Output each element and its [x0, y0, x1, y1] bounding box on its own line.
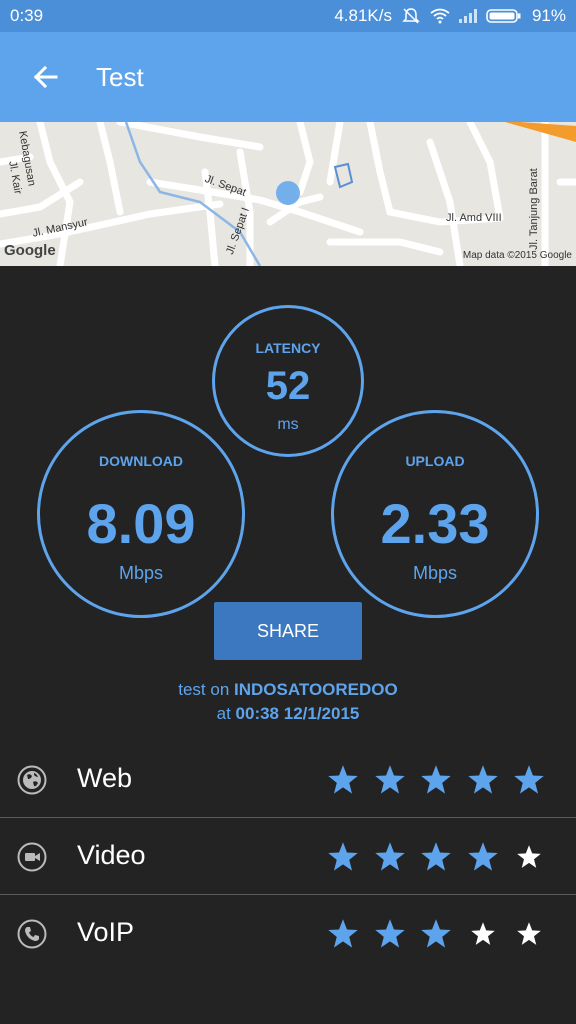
- star-empty-icon: [517, 922, 541, 945]
- star-empty-icon: [517, 845, 541, 868]
- download-gauge: DOWNLOAD 8.09 Mbps: [37, 410, 245, 618]
- arrow-back-icon[interactable]: [28, 59, 64, 95]
- location-map[interactable]: Kebagusan Jl. Kair Jl. Mansyur Jl. Sepat…: [0, 122, 576, 266]
- rating-row-voip: VoIP: [0, 897, 576, 973]
- star-filled-icon: [328, 919, 358, 948]
- star-filled-icon: [421, 842, 451, 871]
- test-datetime: 00:38 12/1/2015: [235, 704, 360, 723]
- upload-value: 2.33: [380, 492, 490, 555]
- rating-row-video: Video: [0, 820, 576, 896]
- operator-name: INDOSATOOREDOO: [234, 680, 398, 699]
- upload-unit: Mbps: [412, 563, 457, 583]
- star-filled-icon: [421, 919, 451, 948]
- star-filled-icon: [374, 919, 405, 948]
- download-label: DOWNLOAD: [99, 453, 183, 469]
- battery-percent: 91%: [531, 6, 566, 25]
- star-filled-icon: [374, 765, 405, 794]
- share-button[interactable]: SHARE: [214, 602, 362, 660]
- latency-gauge: LATENCY 52 ms: [212, 305, 364, 457]
- status-time: 0:39: [10, 6, 44, 25]
- test-operator-line: test on INDOSATOOREDOO: [0, 680, 576, 700]
- star-filled-icon: [467, 842, 498, 871]
- latency-label: LATENCY: [255, 340, 321, 356]
- battery-icon: [486, 8, 522, 24]
- globe-icon: [17, 765, 47, 795]
- rating-label: VoIP: [77, 917, 135, 947]
- rating-row-web: Web: [0, 743, 576, 819]
- test-on-label: test on: [178, 680, 230, 699]
- row-divider: [0, 894, 576, 895]
- star-filled-icon: [421, 765, 451, 794]
- phone-icon: [17, 919, 47, 949]
- app-bar: Test: [0, 32, 576, 122]
- star-filled-icon: [328, 765, 358, 794]
- latency-value: 52: [265, 364, 311, 408]
- network-speed: 4.81K/s: [334, 6, 392, 25]
- upload-label: UPLOAD: [405, 453, 465, 469]
- row-divider: [0, 817, 576, 818]
- page-title: Test: [96, 62, 144, 92]
- bell-off-icon: [402, 8, 420, 24]
- upload-gauge: UPLOAD 2.33 Mbps: [331, 410, 539, 618]
- video-camera-icon: [17, 842, 47, 872]
- test-time-line: at 00:38 12/1/2015: [0, 704, 576, 724]
- rating-label: Web: [77, 763, 133, 793]
- signal-icon: [458, 8, 477, 24]
- star-filled-icon: [374, 842, 405, 871]
- google-logo: Google: [4, 242, 56, 259]
- map-label: Jl. Tanjung Barat: [528, 168, 540, 250]
- status-bar: 0:39 4.81K/s 91%: [0, 0, 576, 32]
- star-filled-icon: [514, 765, 544, 794]
- download-unit: Mbps: [118, 563, 163, 583]
- download-value: 8.09: [86, 492, 196, 555]
- map-location-marker: [276, 181, 300, 205]
- rating-label: Video: [77, 840, 146, 870]
- test-at-label: at: [216, 704, 231, 723]
- map-attribution: Map data ©2015 Google: [462, 250, 572, 261]
- star-filled-icon: [467, 765, 498, 794]
- map-label: Jl. Amd VIII: [446, 212, 502, 224]
- latency-unit: ms: [277, 416, 299, 433]
- status-right: 4.81K/s 91%: [334, 6, 566, 26]
- star-empty-icon: [470, 922, 495, 945]
- wifi-icon: [430, 8, 450, 24]
- star-filled-icon: [328, 842, 358, 871]
